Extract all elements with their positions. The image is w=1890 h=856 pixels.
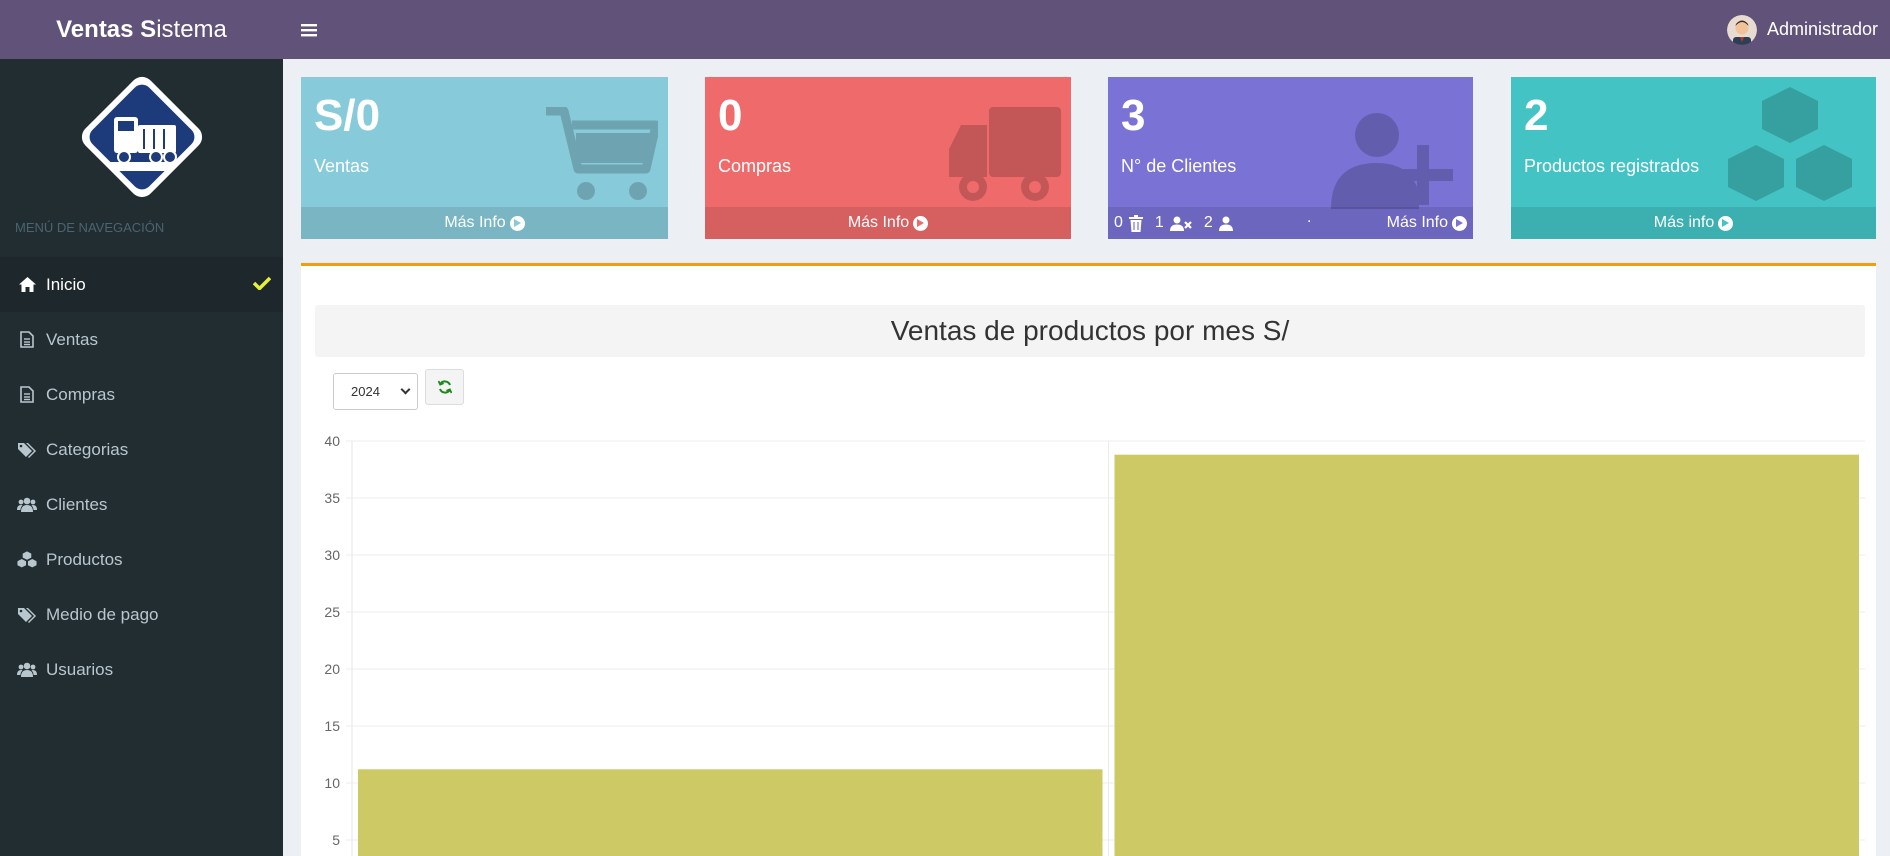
clientes-more-info-link[interactable]: Más Info <box>1387 214 1467 232</box>
company-logo <box>0 59 283 215</box>
sidebar-item-label: Medio de pago <box>46 604 159 624</box>
hamburger-icon <box>301 23 317 36</box>
nav-header: MENÚ DE NAVEGACIÓN <box>15 220 165 235</box>
tags-icon <box>17 605 37 625</box>
sidebar-item-label: Categorias <box>46 439 129 459</box>
clientes-info-box: 3 N° de Clientes 0 1 2 . Más Info <box>1108 77 1473 239</box>
more-info-label: Más Info <box>444 214 506 231</box>
sidebar-item-label: Productos <box>46 549 123 569</box>
y-tick-label: 10 <box>324 775 340 791</box>
users-icon <box>17 660 37 680</box>
deleted-clients-count: 0 <box>1114 214 1123 231</box>
truck-icon <box>949 107 1061 208</box>
sidebar-item-medio-de-pago[interactable]: Medio de pago <box>0 587 283 642</box>
productos-label: Productos registrados <box>1524 156 1700 176</box>
sidebar-item-label: Ventas <box>46 329 98 349</box>
arrow-circle-right-icon <box>509 215 525 231</box>
productos-value: 2 <box>1524 91 1549 140</box>
file-icon <box>17 330 37 350</box>
inactive-clients-count: 1 <box>1154 214 1164 231</box>
sidebar-item-label: Inicio <box>46 274 86 294</box>
clientes-value: 3 <box>1121 91 1146 140</box>
productos-info-box: 2 Productos registrados Más info <box>1511 77 1876 239</box>
more-info-label: Más Info <box>1386 214 1448 231</box>
avatar <box>1726 14 1757 45</box>
bar <box>1114 454 1859 856</box>
cubes-icon <box>17 550 37 570</box>
sidebar-item-categorias[interactable]: Categorias <box>0 422 283 477</box>
bar <box>358 769 1103 856</box>
y-tick-label: 20 <box>324 661 340 677</box>
sidebar-toggle-button[interactable] <box>301 0 325 59</box>
brand-bold: Ventas S <box>56 15 157 43</box>
sidebar-item-productos[interactable]: Productos <box>0 532 283 587</box>
arrow-circle-right-icon <box>913 215 929 231</box>
compras-value: 0 <box>718 91 743 140</box>
y-tick-label: 5 <box>332 832 340 848</box>
truck-logo-icon <box>81 76 202 198</box>
ventas-more-info-link[interactable]: Más Info <box>301 207 668 239</box>
sales-bar-chart: 5 10 15 20 25 30 35 40 <box>324 433 1865 856</box>
sidebar-item-inicio[interactable]: Inicio <box>0 257 283 312</box>
ventas-value: S/0 <box>314 91 381 140</box>
arrow-circle-right-icon <box>1718 215 1734 231</box>
clientes-footer: 0 1 2 . Más Info <box>1108 207 1473 239</box>
y-tick-label: 15 <box>324 718 340 734</box>
sidebar-item-usuarios[interactable]: Usuarios <box>0 642 283 697</box>
top-navbar: Ventas Sistema Administrador <box>0 0 1890 59</box>
compras-info-box: 0 Compras Más Info <box>705 77 1071 239</box>
clientes-stats: 0 1 2 <box>1114 214 1233 232</box>
user-plus-icon <box>1331 113 1463 214</box>
more-info-label: Más Info <box>847 214 910 231</box>
brand-rest: istema <box>156 15 227 43</box>
active-clients-count: 2 <box>1203 214 1213 231</box>
arrow-circle-right-icon <box>1452 215 1467 231</box>
separator-dot: . <box>1307 209 1312 226</box>
check-icon <box>252 275 272 295</box>
y-tick-label: 35 <box>324 490 340 506</box>
sidebar: MENÚ DE NAVEGACIÓN Inicio Ventas Compras… <box>0 59 283 856</box>
sales-chart-panel: Ventas de productos por mes S/ 2024 5 10 1… <box>301 263 1876 856</box>
sidebar-item-label: Clientes <box>46 494 108 514</box>
file-icon <box>17 385 37 405</box>
ventas-info-box: S/0 Ventas Más Info <box>301 77 668 239</box>
y-tick-label: 40 <box>324 433 340 449</box>
productos-more-info-link[interactable]: Más info <box>1511 207 1876 239</box>
sidebar-item-clientes[interactable]: Clientes <box>0 477 283 532</box>
brand-logo[interactable]: Ventas Sistema <box>0 0 283 59</box>
trash-icon <box>1128 214 1143 232</box>
users-icon <box>17 495 37 515</box>
cubes-icon <box>1722 87 1858 210</box>
tags-icon <box>17 440 37 460</box>
user-menu[interactable]: Administrador <box>1726 0 1878 59</box>
compras-label: Compras <box>718 156 792 176</box>
clientes-label: N° de Clientes <box>1121 156 1237 176</box>
sidebar-item-label: Usuarios <box>46 659 114 679</box>
user-times-icon <box>1169 216 1192 231</box>
y-tick-label: 25 <box>324 604 340 620</box>
user-name: Administrador <box>1766 19 1878 39</box>
compras-more-info-link[interactable]: Más Info <box>705 207 1071 239</box>
ventas-label: Ventas <box>314 156 370 176</box>
user-icon <box>1218 216 1233 231</box>
y-tick-label: 30 <box>324 547 340 563</box>
sidebar-item-label: Compras <box>46 384 115 404</box>
sidebar-item-compras[interactable]: Compras <box>0 367 283 422</box>
sidebar-item-ventas[interactable]: Ventas <box>0 312 283 367</box>
more-info-label: Más info <box>1653 214 1715 231</box>
home-icon <box>17 275 37 295</box>
shopping-cart-icon <box>546 106 661 208</box>
